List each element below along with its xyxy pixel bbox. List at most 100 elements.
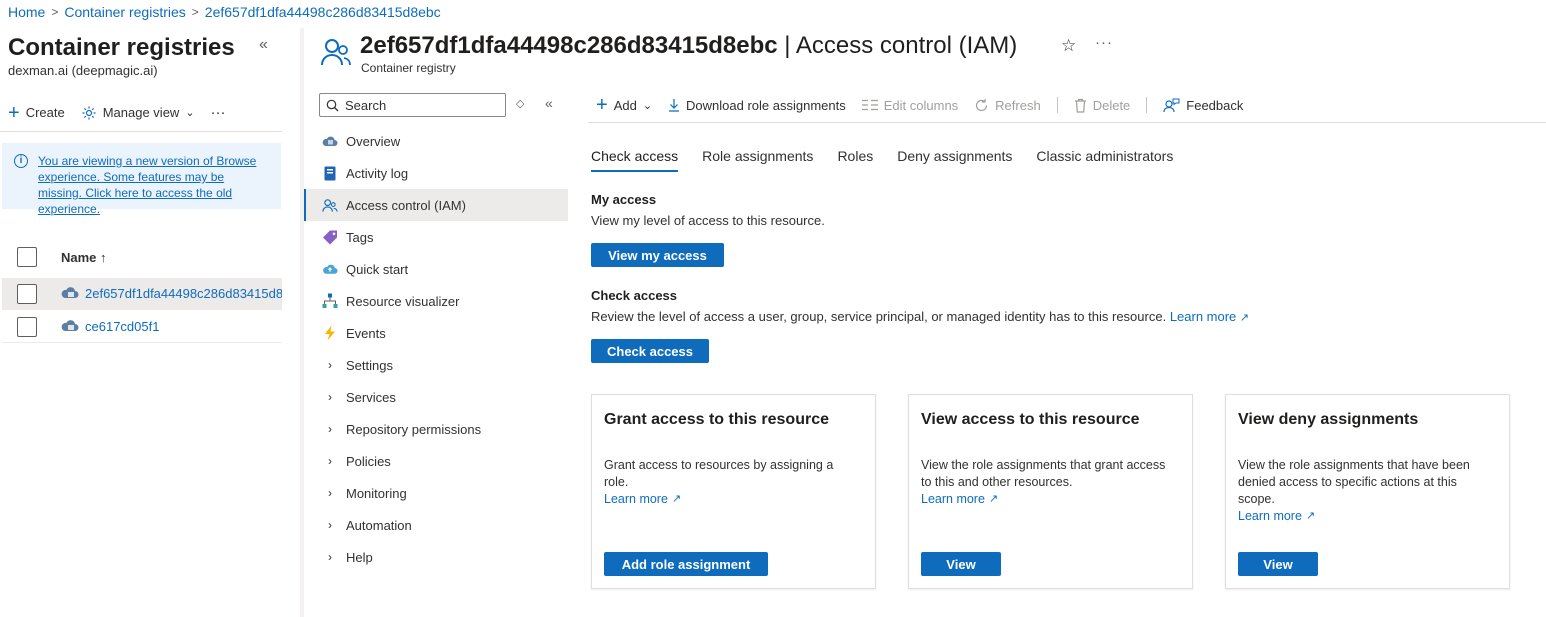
external-link-icon: ↗ [988, 493, 999, 505]
book-icon [322, 165, 338, 181]
card-description: View the role assignments that grant acc… [921, 457, 1171, 508]
learn-more-label: Learn more [1238, 509, 1302, 523]
menu-group-services[interactable]: › Services [304, 381, 568, 413]
menu-group-policies[interactable]: › Policies [304, 445, 568, 477]
menu-item-events[interactable]: Events [304, 317, 568, 349]
tab-roles[interactable]: Roles [837, 148, 873, 172]
external-link-icon: ↗ [671, 493, 682, 505]
people-icon [322, 197, 338, 213]
view-my-access-button[interactable]: View my access [591, 243, 724, 267]
edit-columns-label: Edit columns [883, 97, 959, 113]
breadcrumb-resource[interactable]: 2ef657df1dfa44498c286d83415d8ebc [205, 4, 441, 20]
chevron-right-icon: › [328, 518, 332, 532]
add-label: Add [613, 97, 637, 113]
tab-role-assignments[interactable]: Role assignments [702, 148, 813, 172]
menu-item-label: Access control (IAM) [346, 197, 466, 213]
menu-item-access-control[interactable]: Access control (IAM) [304, 189, 568, 221]
resource-type: Container registry [361, 61, 456, 75]
chevron-right-icon: › [328, 454, 332, 468]
menu-group-automation[interactable]: › Automation [304, 509, 568, 541]
toolbar-divider [0, 131, 282, 132]
learn-more-label: Learn more [604, 492, 668, 506]
learn-more-link[interactable]: Learn more ↗ [921, 491, 998, 508]
old-experience-link[interactable]: You are viewing a new version of Browse … [38, 153, 270, 216]
refresh-label: Refresh [995, 97, 1041, 113]
deny-assignments-card: View deny assignments View the role assi… [1225, 394, 1510, 589]
page-title: Container registries [8, 34, 235, 61]
delete-button[interactable]: Delete [1074, 97, 1131, 113]
my-access-title: My access [591, 192, 657, 207]
tab-check-access[interactable]: Check access [591, 148, 679, 172]
registry-link[interactable]: 2ef657df1dfa44498c286d83415d8ebc [85, 286, 282, 301]
view-deny-assignments-button[interactable]: View [1238, 552, 1318, 576]
check-access-button[interactable]: Check access [591, 339, 709, 363]
learn-more-link[interactable]: Learn more [1170, 309, 1236, 324]
resource-title: 2ef657df1dfa44498c286d83415d8ebc | Acces… [360, 32, 1017, 60]
tab-classic-administrators[interactable]: Classic administrators [1036, 148, 1173, 172]
download-role-assignments-button[interactable]: Download role assignments [668, 98, 846, 113]
menu-item-label: Overview [346, 133, 401, 149]
card-description-text: Grant access to resources by assigning a… [604, 458, 834, 489]
star-icon[interactable]: ☆ [1061, 36, 1076, 56]
menu-item-tags[interactable]: Tags [304, 221, 568, 253]
card-description-text: View the role assignments that have been… [1238, 458, 1470, 506]
row-checkbox[interactable] [17, 317, 37, 337]
collapse-menu-icon[interactable]: « [545, 95, 553, 111]
breadcrumb-container-registries[interactable]: Container registries [64, 4, 185, 20]
card-title: View deny assignments [1238, 411, 1419, 428]
people-icon [321, 39, 351, 66]
tab-deny-assignments[interactable]: Deny assignments [897, 148, 1012, 172]
table-row[interactable]: 2ef657df1dfa44498c286d83415d8ebc [2, 278, 282, 310]
registry-link[interactable]: ce617cd05f1 [85, 319, 282, 334]
menu-group-settings[interactable]: › Settings [304, 349, 568, 381]
command-separator [1056, 97, 1058, 113]
learn-more-link[interactable]: Learn more ↗ [604, 491, 681, 508]
command-bar-divider [588, 122, 1546, 123]
select-all-checkbox[interactable] [17, 247, 37, 267]
menu-item-activity-log[interactable]: Activity log [304, 157, 568, 189]
manage-view-button[interactable]: Manage view ⌄ [81, 105, 195, 121]
more-options-button[interactable]: ··· [211, 104, 226, 121]
card-description: View the role assignments that have been… [1238, 457, 1488, 525]
chevron-right-icon: › [328, 486, 332, 500]
gear-icon [82, 106, 96, 119]
refresh-button[interactable]: Refresh [974, 98, 1041, 113]
view-access-button[interactable]: View [921, 552, 1001, 576]
collapse-pane-icon[interactable]: « [259, 36, 268, 54]
card-description-text: View the role assignments that grant acc… [921, 458, 1166, 489]
check-access-description-text: Review the level of access a user, group… [591, 309, 1167, 324]
search-icon [326, 99, 339, 111]
lightning-icon [322, 325, 338, 341]
delete-label: Delete [1092, 97, 1131, 113]
sort-icon[interactable]: ◇ [516, 97, 524, 110]
menu-group-repository-permissions[interactable]: › Repository permissions [304, 413, 568, 445]
menu-item-overview[interactable]: Overview [304, 125, 568, 157]
name-column-header[interactable]: Name ↑ [61, 250, 107, 265]
blade-title: | Access control (IAM) [784, 32, 1018, 59]
menu-item-resource-visualizer[interactable]: Resource visualizer [304, 285, 568, 317]
edit-columns-button[interactable]: Edit columns [861, 97, 959, 113]
feedback-button[interactable]: Feedback [1163, 98, 1243, 113]
menu-item-quick-start[interactable]: Quick start [304, 253, 568, 285]
chevron-down-icon: ⌄ [642, 99, 653, 112]
search-input[interactable] [345, 97, 495, 113]
plus-icon: + [8, 101, 20, 124]
resource-name: 2ef657df1dfa44498c286d83415d8ebc [360, 32, 778, 59]
row-checkbox[interactable] [17, 284, 37, 304]
registries-pane: Container registries dexman.ai (deepmagi… [0, 28, 290, 617]
view-access-card: View access to this resource View the ro… [908, 394, 1193, 589]
learn-more-label: Learn more [921, 492, 985, 506]
info-icon: i [14, 154, 28, 168]
iam-tabs: Check access Role assignments Roles Deny… [591, 148, 1173, 172]
more-icon[interactable]: ··· [1095, 34, 1113, 51]
create-button[interactable]: + Create [8, 101, 65, 124]
menu-group-monitoring[interactable]: › Monitoring [304, 477, 568, 509]
learn-more-link[interactable]: Learn more ↗ [1238, 508, 1315, 525]
add-role-assignment-button[interactable]: Add role assignment [604, 552, 768, 576]
menu-group-help[interactable]: › Help [304, 541, 568, 573]
add-button[interactable]: + Add ⌄ [596, 95, 653, 115]
menu-search[interactable] [319, 93, 506, 117]
breadcrumb-home[interactable]: Home [8, 4, 45, 20]
external-link-icon: ↗ [1239, 312, 1250, 324]
table-row[interactable]: ce617cd05f1 [2, 311, 282, 343]
